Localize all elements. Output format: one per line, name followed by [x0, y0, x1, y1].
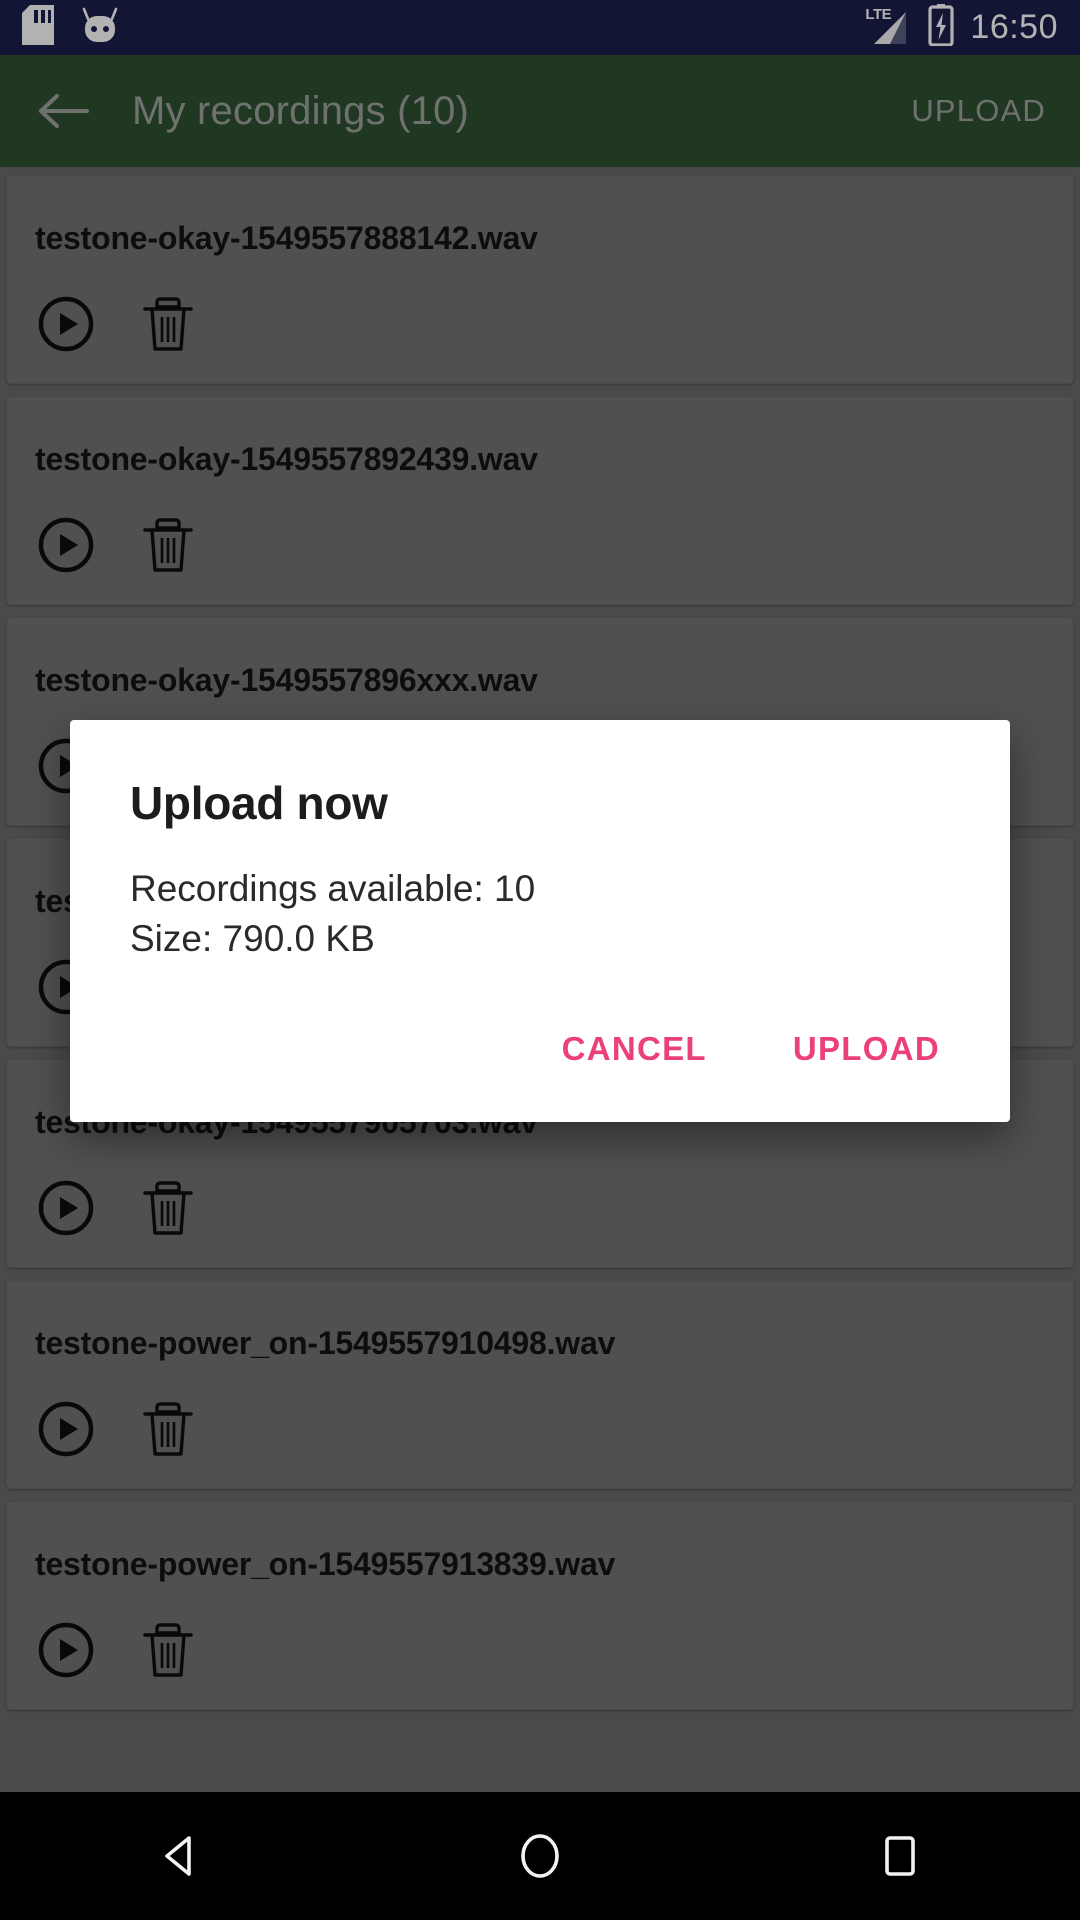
- android-navigation-bar: [0, 1792, 1080, 1920]
- phone-screen: LTE 16:50 My recordings (10) UPLOAD test…: [0, 0, 1080, 1920]
- upload-dialog: Upload now Recordings available: 10 Size…: [70, 720, 1010, 1122]
- nav-home-icon[interactable]: [460, 1792, 620, 1920]
- dialog-actions: CANCEL UPLOAD: [70, 964, 1010, 1122]
- nav-back-icon[interactable]: [100, 1792, 260, 1920]
- cancel-button[interactable]: CANCEL: [540, 1016, 729, 1082]
- size-text: Size: 790.0 KB: [130, 917, 375, 959]
- dialog-title: Upload now: [130, 777, 388, 829]
- nav-recents-icon[interactable]: [820, 1792, 980, 1920]
- dialog-message: Recordings available: 10 Size: 790.0 KB: [70, 830, 1010, 964]
- upload-button[interactable]: UPLOAD: [771, 1016, 962, 1082]
- recordings-available-text: Recordings available: 10: [130, 868, 536, 909]
